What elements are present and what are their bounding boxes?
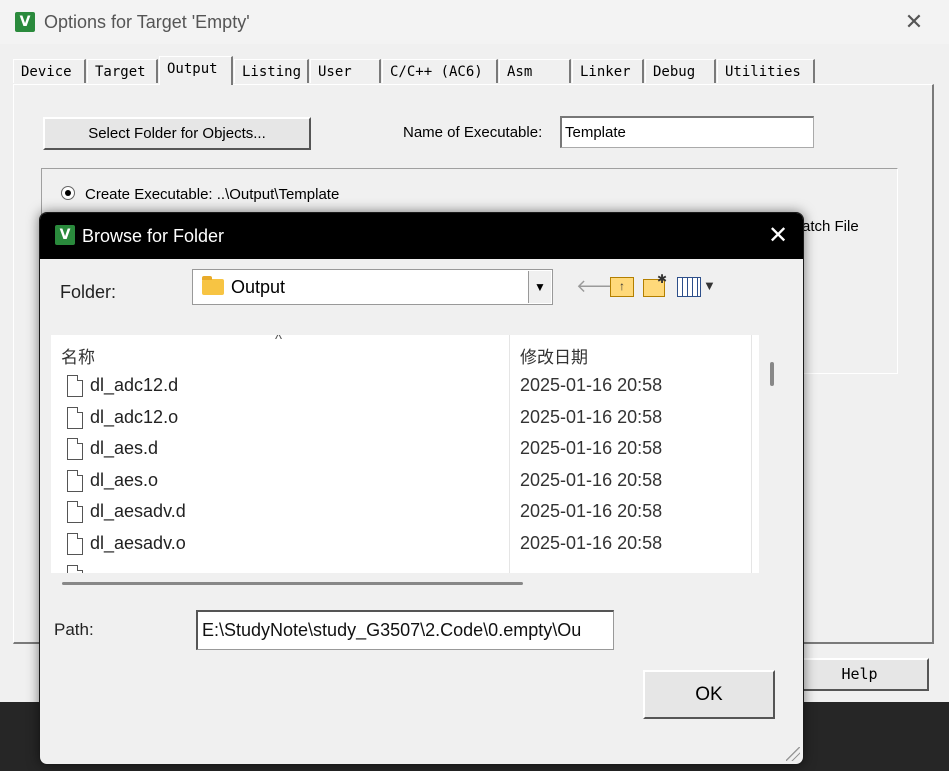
file-icon <box>67 470 83 492</box>
list-item[interactable]: dl_aes.o 2025-01-16 20:58 <box>51 467 759 497</box>
help-button[interactable]: Help <box>790 658 929 691</box>
tab-user[interactable]: User <box>310 59 381 83</box>
file-date: 2025-01-16 20:58 <box>520 501 663 521</box>
list-item[interactable]: dl_adc12.d 2025-01-16 20:58 <box>51 372 759 402</box>
file-name: dl_aes.o <box>90 470 159 490</box>
up-folder-icon[interactable]: ↑ <box>610 277 634 297</box>
file-icon <box>67 501 83 523</box>
keil-uvision-icon: V <box>55 225 75 245</box>
file-icon <box>67 407 83 429</box>
file-date: 2025-01-16 20:58 <box>520 375 663 395</box>
name-of-executable-label: Name of Executable: <box>403 124 543 141</box>
tab-output[interactable]: Output <box>159 56 233 85</box>
tab-listing[interactable]: Listing <box>234 59 309 83</box>
list-item[interactable]: dl_aesadv.d 2025-01-16 20:58 <box>51 498 759 528</box>
select-folder-button[interactable]: Select Folder for Objects... <box>43 117 311 150</box>
tab-c-cpp-ac6[interactable]: C/C++ (AC6) <box>382 59 498 83</box>
tab-linker[interactable]: Linker <box>572 59 644 83</box>
dialog-title: Browse for Folder <box>82 226 225 246</box>
list-item[interactable]: dl_adc12.o 2025-01-16 20:58 <box>51 404 759 434</box>
batch-file-label: atch File <box>802 218 859 235</box>
file-name: dl_aesadv.o <box>90 533 186 553</box>
file-icon <box>67 533 83 555</box>
file-date: 2025-01-16 20:58 <box>520 470 663 490</box>
file-date: 2025-01-16 20:58 <box>520 407 663 427</box>
horizontal-scrollbar[interactable] <box>62 582 523 585</box>
file-icon <box>67 375 83 397</box>
new-folder-icon[interactable] <box>643 268 667 297</box>
options-titlebar: V Options for Target 'Empty' ✕ <box>0 0 949 44</box>
file-date: 2025-01-16 20:58 <box>520 533 663 553</box>
column-header-name[interactable]: 名称 <box>61 343 95 368</box>
create-executable-radio[interactable] <box>61 186 75 200</box>
browse-folder-dialog: V Browse for Folder ✕ Folder: Output ▼ 🡐… <box>39 212 804 765</box>
tab-target[interactable]: Target <box>87 59 158 83</box>
file-list[interactable]: ^ 名称 修改日期 dl_adc12.d 2025-01-16 20:58 dl… <box>51 335 759 573</box>
file-name: dl_aesadv.d <box>90 501 186 521</box>
path-input[interactable] <box>196 610 614 650</box>
list-item[interactable]: dl_aesadv.o 2025-01-16 20:58 <box>51 530 759 560</box>
sort-up-icon: ^ <box>275 335 283 348</box>
keil-uvision-icon: V <box>15 12 35 32</box>
ok-button[interactable]: OK <box>643 670 775 719</box>
create-executable-label: Create Executable: ..\Output\Template <box>85 186 340 203</box>
file-icon <box>67 438 83 460</box>
vertical-scrollbar[interactable] <box>770 362 774 386</box>
file-date: 2025-01-16 20:58 <box>520 438 663 458</box>
folder-label: Folder: <box>60 282 117 302</box>
column-header-date[interactable]: 修改日期 <box>520 343 588 368</box>
tab-device[interactable]: Device <box>13 59 86 83</box>
folder-icon <box>202 276 224 295</box>
file-name: dl_adc12.d <box>90 375 179 395</box>
name-of-executable-input[interactable] <box>560 116 814 148</box>
view-menu-icon[interactable] <box>677 277 701 297</box>
close-icon[interactable]: ✕ <box>899 8 929 36</box>
tab-asm[interactable]: Asm <box>499 59 571 83</box>
dropdown-arrow-icon[interactable]: ▼ <box>703 275 716 297</box>
file-name: dl_adc12.o <box>90 407 179 427</box>
dialog-titlebar: V Browse for Folder ✕ <box>40 213 803 259</box>
folder-dropdown[interactable]: Output ▼ <box>192 269 553 305</box>
chevron-down-icon[interactable]: ▼ <box>528 271 551 303</box>
tab-debug[interactable]: Debug <box>645 59 716 83</box>
path-label: Path: <box>54 620 94 639</box>
options-title: Options for Target 'Empty' <box>44 12 250 32</box>
resize-grip-icon[interactable] <box>786 747 800 761</box>
tab-utilities[interactable]: Utilities <box>717 59 815 83</box>
list-item[interactable]: dl_aes.d 2025-01-16 20:58 <box>51 435 759 465</box>
file-icon <box>67 565 83 573</box>
file-name: dl_aes.d <box>90 438 159 458</box>
list-item-partial[interactable] <box>51 562 759 573</box>
folder-value: Output <box>231 277 286 297</box>
close-icon[interactable]: ✕ <box>760 221 796 251</box>
